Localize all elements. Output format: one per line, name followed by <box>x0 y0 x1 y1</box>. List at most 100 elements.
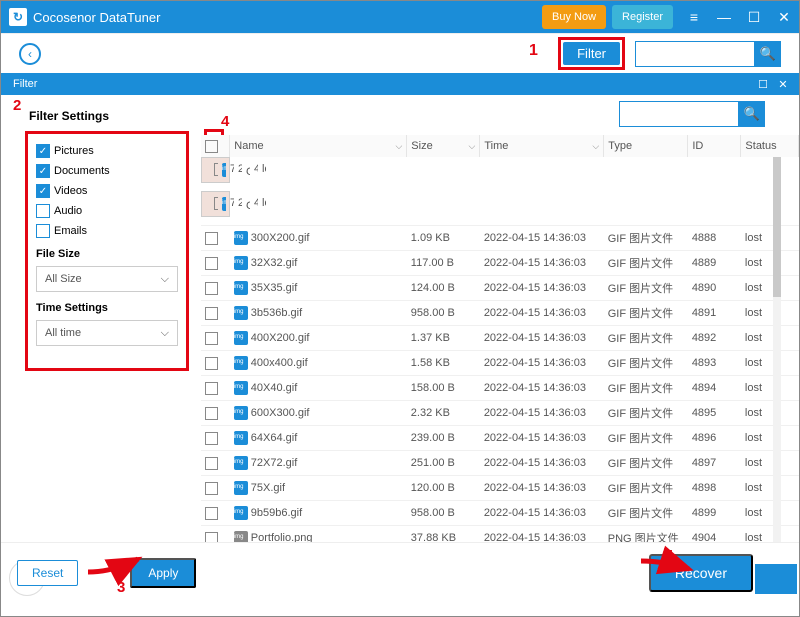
table-row[interactable]: 40X40.gif158.00 B2022-04-15 14:36:03GIF … <box>201 376 799 401</box>
file-gif-icon <box>222 163 226 177</box>
table-row[interactable]: 400x400.gif1.58 KB2022-04-15 14:36:03GIF… <box>201 351 799 376</box>
filter-button[interactable]: Filter <box>563 42 620 65</box>
maximize-button[interactable]: ☐ <box>739 1 769 33</box>
cell-time: 2022-04-15 14:36:03 <box>480 451 604 476</box>
file-table: Name⌵ Size⌵ Time⌵ Type ID Status 1920x50… <box>201 135 799 542</box>
col-status[interactable]: Status <box>741 135 799 157</box>
buy-now-button[interactable]: Buy Now <box>542 5 606 29</box>
col-id[interactable]: ID <box>688 135 741 157</box>
cell-id: 4892 <box>688 326 741 351</box>
scrollbar-thumb[interactable] <box>773 157 781 297</box>
table-row[interactable]: 64X64.gif239.00 B2022-04-15 14:36:03GIF … <box>201 426 799 451</box>
cell-name: 72X72.gif <box>230 451 407 476</box>
checkbox-off-icon <box>36 224 50 238</box>
cell-status: lost <box>741 376 799 401</box>
checkbox-on-icon: ✓ <box>36 184 50 198</box>
table-row[interactable]: 400X200.gif1.37 KB2022-04-15 14:36:03GIF… <box>201 326 799 351</box>
col-time[interactable]: Time⌵ <box>480 135 604 157</box>
cell-status: lost <box>741 476 799 501</box>
cell-name: 300X200.gif <box>230 226 407 251</box>
file-gif-icon <box>234 331 248 345</box>
file-list-panel: 4 🔍 Name⌵ Size⌵ Time⌵ Type ID Status <box>201 95 799 542</box>
table-row[interactable]: 600X300.gif2.32 KB2022-04-15 14:36:03GIF… <box>201 401 799 426</box>
cell-type: GIF 图片文件 <box>604 476 688 501</box>
cell-id: 4887 <box>250 193 258 216</box>
check-documents[interactable]: ✓Documents <box>36 164 110 178</box>
row-checkbox[interactable] <box>205 307 218 320</box>
menu-icon[interactable]: ≡ <box>679 1 709 33</box>
row-checkbox[interactable] <box>205 457 218 470</box>
chevron-down-icon: ⌵ <box>161 273 169 286</box>
search-button[interactable]: 🔍 <box>755 41 781 67</box>
cell-type: GIF 图片文件 <box>242 193 250 216</box>
check-videos[interactable]: ✓Videos <box>36 184 110 198</box>
cell-status: lost <box>741 501 799 526</box>
table-row[interactable]: 3b536b.gif958.00 B2022-04-15 14:36:03GIF… <box>201 301 799 326</box>
cell-size: 1.37 KB <box>407 326 480 351</box>
annotation-1: 1 <box>529 42 538 60</box>
search-input[interactable] <box>635 41 755 67</box>
table-row[interactable]: 200x200.gif712.00 B2022-04-15 14:36:03GI… <box>201 191 230 217</box>
row-checkbox[interactable] <box>205 482 218 495</box>
register-button[interactable]: Register <box>612 5 673 29</box>
row-checkbox[interactable] <box>205 532 218 543</box>
reset-button[interactable]: Reset <box>17 560 78 586</box>
checkbox-on-icon: ✓ <box>36 164 50 178</box>
row-checkbox[interactable] <box>205 432 218 445</box>
background-partial-button <box>755 564 797 594</box>
row-checkbox[interactable] <box>205 407 218 420</box>
col-size[interactable]: Size⌵ <box>407 135 480 157</box>
select-all-checkbox[interactable] <box>205 140 218 153</box>
cell-name: 75X.gif <box>230 476 407 501</box>
check-emails[interactable]: Emails <box>36 224 110 238</box>
cell-type: GIF 图片文件 <box>604 326 688 351</box>
row-checkbox[interactable] <box>205 507 218 520</box>
annotation-5-arrow-icon <box>639 555 699 581</box>
sort-icon: ⌵ <box>592 141 599 152</box>
table-row[interactable]: 1920x500.gif7.05 KB2022-04-15 14:36:03GI… <box>201 157 230 183</box>
cell-name: 600X300.gif <box>230 401 407 426</box>
cell-id: 4904 <box>688 526 741 543</box>
row-checkbox[interactable] <box>205 357 218 370</box>
cell-time: 2022-04-15 14:36:03 <box>480 401 604 426</box>
row-checkbox[interactable] <box>205 382 218 395</box>
row-checkbox[interactable] <box>205 332 218 345</box>
cell-id: 4895 <box>688 401 741 426</box>
cell-name: 1920x500.gif <box>218 159 226 182</box>
close-button[interactable]: ✕ <box>769 1 799 33</box>
table-row[interactable]: 300X200.gif1.09 KB2022-04-15 14:36:03GIF… <box>201 226 799 251</box>
row-checkbox[interactable] <box>205 257 218 270</box>
row-checkbox[interactable] <box>205 232 218 245</box>
cell-status: lost <box>741 276 799 301</box>
table-row[interactable]: 75X.gif120.00 B2022-04-15 14:36:03GIF 图片… <box>201 476 799 501</box>
time-value: All time <box>45 327 81 339</box>
col-name[interactable]: Name⌵ <box>230 135 407 157</box>
cell-id: 4896 <box>688 426 741 451</box>
list-search-button[interactable]: 🔍 <box>739 101 765 127</box>
list-search-input[interactable] <box>619 101 739 127</box>
scrollbar-track[interactable] <box>773 157 781 542</box>
table-row[interactable]: 32X32.gif117.00 B2022-04-15 14:36:03GIF … <box>201 251 799 276</box>
col-type[interactable]: Type <box>604 135 688 157</box>
panel-restore-icon[interactable]: ☐ <box>753 78 773 91</box>
filesize-select[interactable]: All Size⌵ <box>36 266 178 292</box>
cell-id: 4899 <box>688 501 741 526</box>
back-button[interactable]: ‹ <box>19 43 41 65</box>
table-row[interactable]: 72X72.gif251.00 B2022-04-15 14:36:03GIF … <box>201 451 799 476</box>
check-audio[interactable]: Audio <box>36 204 110 218</box>
table-row[interactable]: Portfolio.png37.88 KB2022-04-15 14:36:03… <box>201 526 799 543</box>
table-row[interactable]: 35X35.gif124.00 B2022-04-15 14:36:03GIF … <box>201 276 799 301</box>
file-gif-icon <box>234 381 248 395</box>
panel-close-icon[interactable]: ✕ <box>773 78 793 91</box>
cell-name: 400x400.gif <box>230 351 407 376</box>
table-row[interactable]: 9b59b6.gif958.00 B2022-04-15 14:36:03GIF… <box>201 501 799 526</box>
row-checkbox[interactable] <box>205 282 218 295</box>
cell-name: 64X64.gif <box>230 426 407 451</box>
titlebar: ↻ Cocosenor DataTuner Buy Now Register ≡… <box>1 1 799 33</box>
time-select[interactable]: All time⌵ <box>36 320 178 346</box>
cell-id: 4888 <box>688 226 741 251</box>
file-gif-icon <box>234 406 248 420</box>
check-pictures[interactable]: ✓Pictures <box>36 144 110 158</box>
minimize-button[interactable]: — <box>709 1 739 33</box>
cell-size: 1.58 KB <box>407 351 480 376</box>
